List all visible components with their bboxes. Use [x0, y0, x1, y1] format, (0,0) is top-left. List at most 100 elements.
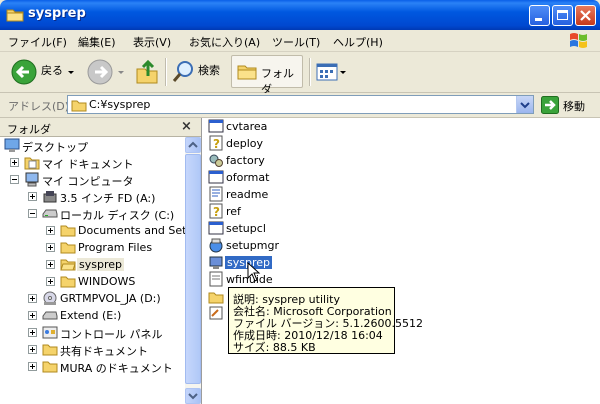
- menu-favorites[interactable]: お気に入り(A): [189, 34, 260, 50]
- tree-item-mura-documents[interactable]: MURA のドキュメント: [28, 358, 184, 375]
- expand-icon[interactable]: [28, 328, 37, 337]
- tree-item-label: マイ ドキュメント: [42, 158, 134, 171]
- file-item-setupcl[interactable]: setupcl: [208, 220, 288, 237]
- tree-item-my-documents[interactable]: マイ ドキュメント: [10, 154, 184, 171]
- menu-file[interactable]: ファイル(F): [8, 34, 67, 50]
- menu-bar: ファイル(F) 編集(E) 表示(V) お気に入り(A) ツール(T) ヘルプ(…: [0, 30, 600, 52]
- tree-item-local-disk-c[interactable]: ローカル ディスク (C:): [28, 205, 184, 222]
- menu-view[interactable]: 表示(V): [133, 34, 171, 50]
- folders-icon: [237, 65, 257, 80]
- chevron-up-icon: [188, 141, 198, 148]
- file-name: factory: [226, 154, 265, 167]
- tree-item-label: MURA のドキュメント: [60, 362, 173, 375]
- address-value: C:¥sysprep: [89, 98, 151, 111]
- scroll-thumb[interactable]: [185, 154, 201, 384]
- expand-icon[interactable]: [28, 192, 37, 201]
- expand-icon[interactable]: [10, 158, 19, 167]
- tree-item-floppy[interactable]: 3.5 インチ FD (A:): [28, 188, 184, 205]
- tree-item-label: 3.5 インチ FD (A:): [60, 192, 156, 205]
- file-item-readme[interactable]: readme: [208, 186, 288, 203]
- address-dropdown-button[interactable]: [516, 96, 533, 113]
- chevron-down-icon: [188, 393, 198, 400]
- exe-window-icon: [208, 221, 224, 235]
- file-item-deploy[interactable]: ? deploy: [208, 135, 288, 152]
- file-name: cvtarea: [226, 120, 268, 133]
- scroll-down-button[interactable]: [185, 388, 201, 404]
- collapse-icon[interactable]: [10, 175, 19, 184]
- shortcut-icon: [209, 306, 223, 320]
- tree-item-label: デスクトップ: [22, 141, 88, 154]
- address-input[interactable]: C:¥sysprep: [67, 95, 534, 114]
- forward-arrow-icon[interactable]: [86, 57, 114, 88]
- close-icon[interactable]: ×: [181, 119, 192, 134]
- go-arrow-icon[interactable]: [541, 96, 559, 114]
- expand-icon[interactable]: [28, 311, 37, 320]
- file-item-factory[interactable]: factory: [208, 152, 288, 169]
- folders-button[interactable]: フォルダ: [231, 55, 303, 96]
- scroll-up-button[interactable]: [185, 137, 201, 153]
- tree-item-program-files[interactable]: Program Files: [46, 239, 184, 256]
- back-arrow-icon[interactable]: [10, 57, 38, 88]
- tree-item-shared-documents[interactable]: 共有ドキュメント: [28, 341, 184, 358]
- expand-icon[interactable]: [46, 226, 55, 235]
- search-button-label[interactable]: 検索: [198, 62, 220, 78]
- up-folder-icon[interactable]: [133, 57, 161, 88]
- cd-drive-icon: [43, 291, 57, 305]
- tree-item-desktop[interactable]: デスクトップ: [4, 137, 184, 154]
- help-file-icon: ?: [209, 135, 223, 151]
- search-icon[interactable]: [170, 57, 196, 88]
- tree-item-documents-and-settings[interactable]: Documents and Setti: [46, 222, 185, 239]
- tree-item-label: Documents and Setti: [78, 224, 185, 237]
- tree-item-sysprep[interactable]: sysprep: [46, 256, 184, 273]
- minimize-button[interactable]: [529, 5, 550, 26]
- tree-item-my-computer[interactable]: マイ コンピュータ: [10, 171, 184, 188]
- chevron-down-icon: [520, 102, 530, 109]
- file-item-ref[interactable]: ? ref: [208, 203, 288, 220]
- file-item-cvtarea[interactable]: cvtarea: [208, 118, 288, 135]
- title-bar[interactable]: sysprep: [0, 0, 600, 30]
- tree-item-label: GRTMPVOL_JA (D:): [60, 292, 161, 305]
- back-dropdown-icon[interactable]: [66, 57, 76, 88]
- address-bar: アドレス(D) C:¥sysprep 移動: [0, 93, 600, 118]
- drive-icon: [42, 311, 58, 320]
- back-button-label[interactable]: 戻る: [41, 62, 63, 78]
- tree-item-windows[interactable]: WINDOWS: [46, 273, 184, 290]
- toolbar-separator: [309, 58, 311, 86]
- folder-tree: デスクトップ マイ ドキュメント マイ コンピュータ 3.5 インチ FD (A…: [0, 137, 185, 404]
- window-title: sysprep: [28, 6, 86, 21]
- go-button-label[interactable]: 移動: [563, 98, 585, 114]
- expand-icon[interactable]: [28, 294, 37, 303]
- expand-icon[interactable]: [46, 243, 55, 252]
- folder-pane-scrollbar[interactable]: [185, 137, 201, 404]
- file-name: setupmgr: [226, 239, 279, 252]
- sysprep-exe-icon: [209, 256, 223, 269]
- expand-icon[interactable]: [46, 277, 55, 286]
- file-name: oformat: [226, 171, 270, 184]
- minimize-icon: [535, 18, 542, 21]
- expand-icon[interactable]: [28, 362, 37, 371]
- tree-item-label: コントロール パネル: [60, 328, 163, 341]
- my-documents-icon: [24, 157, 40, 170]
- exe-window-icon: [208, 170, 224, 184]
- tree-item-drive-e[interactable]: Extend (E:): [28, 307, 184, 324]
- control-panel-icon: [42, 326, 58, 339]
- forward-dropdown-icon[interactable]: [116, 57, 126, 88]
- maximize-button[interactable]: [552, 5, 573, 26]
- menu-tools[interactable]: ツール(T): [272, 34, 320, 50]
- menu-edit[interactable]: 編集(E): [78, 34, 116, 50]
- close-button[interactable]: [575, 5, 596, 26]
- close-icon: [580, 10, 591, 21]
- toolbar: 戻る 検索 フォルダ: [0, 52, 600, 96]
- exe-window-icon: [208, 119, 224, 133]
- expand-icon[interactable]: [28, 345, 37, 354]
- address-label: アドレス(D): [8, 100, 70, 113]
- file-item-setupmgr[interactable]: setupmgr: [208, 237, 288, 254]
- menu-help[interactable]: ヘルプ(H): [333, 34, 383, 50]
- file-item-oformat[interactable]: oformat: [208, 169, 288, 186]
- expand-icon[interactable]: [46, 260, 55, 269]
- tree-item-control-panel[interactable]: コントロール パネル: [28, 324, 184, 341]
- views-icon[interactable]: [315, 57, 347, 88]
- tree-item-drive-d[interactable]: GRTMPVOL_JA (D:): [28, 290, 184, 307]
- collapse-icon[interactable]: [28, 209, 37, 218]
- file-name: ref: [226, 205, 241, 218]
